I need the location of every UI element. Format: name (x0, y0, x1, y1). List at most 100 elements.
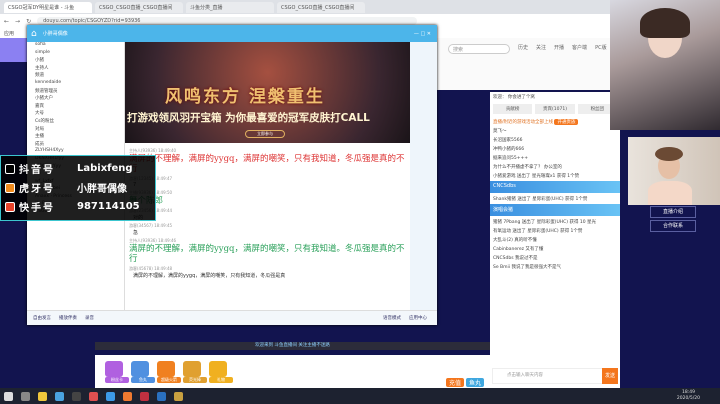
chat-message: 小猪爱游戏 送出了 星光璀璨x1 获得 1个赞 (493, 173, 580, 179)
contact-button[interactable]: 合作联系 (650, 220, 696, 232)
browser-tab[interactable]: 斗鱼分类_直播 (186, 1, 274, 13)
chat-message: Se Bmii 我说了我是很强大不是气 (493, 264, 561, 270)
contact-item[interactable]: 小猪 (27, 57, 124, 65)
clock[interactable]: 18:49 2020/5/20 (677, 390, 700, 402)
yy-sidebar (410, 42, 437, 310)
tab-contribution[interactable]: 贡献榜 (493, 104, 533, 114)
message-text: 满屏的不理解，满屏的yygq，满屏的嘲笑，只有我知道。冬瓜强是真的不行 (129, 244, 405, 264)
record-button[interactable]: 录音 (85, 315, 94, 321)
intro-button[interactable]: 直播介绍 (650, 206, 696, 218)
home-icon[interactable]: ⌂ (31, 29, 37, 39)
app-icon[interactable] (72, 391, 81, 401)
gift-button[interactable]: 粉丝卡 (105, 361, 129, 383)
gift-label: 荧光棒 (183, 377, 207, 383)
steam-icon[interactable] (157, 391, 166, 401)
start-icon[interactable] (4, 391, 13, 401)
contact-item[interactable]: sofia (27, 42, 124, 50)
contact-item[interactable]: 对局 (27, 126, 124, 134)
app-icon[interactable] (123, 391, 132, 401)
message-text: 满屏的不理解，满屏的yygq，满屏的嘲笑，只有我知道，冬瓜强是真 (133, 273, 286, 279)
stream-marquee: 欢迎来到 斗鱼直播间 关注主播不迷路 (95, 342, 490, 350)
voice-mode-button[interactable]: 语音模式 (383, 315, 401, 321)
chat-message: CNCSdbs 我说过不是 (493, 255, 538, 261)
app-icon[interactable] (55, 391, 64, 401)
gift-banner: CNCSdbs (490, 181, 620, 193)
browser-tab[interactable]: CSGO冠军DY明星是谁 - 斗鱼 (4, 1, 92, 13)
nav-history[interactable]: 历史 (518, 44, 528, 51)
gift-bar: 充值 鱼丸 粉丝卡 鱼丸 超级火箭 荧光棒 礼物 (95, 355, 490, 390)
free-speak-button[interactable]: 自由发言 (33, 315, 51, 321)
fishball-button[interactable]: 鱼丸 (465, 378, 484, 387)
contact-item[interactable]: 主播 (27, 133, 124, 141)
browser-tab[interactable]: CSGO_CSGO直播_CSGO直播间 (277, 1, 365, 13)
contact-item[interactable]: 频道 (27, 72, 124, 80)
welcome-text: 欢迎： 你会进了个窝 (493, 94, 535, 100)
event-banner[interactable]: 风鸣东方 涅槃重生 打游戏领风羽开宝箱 为你最喜爱的冠军皮肤打CALL 立即参与 (125, 42, 410, 143)
app-icon[interactable] (174, 391, 183, 401)
contact-item[interactable]: Cs的粉丝 (27, 118, 124, 126)
chat-message: 主播(93936) 18:49:50舞个陈郎 (129, 190, 406, 206)
task-view-icon[interactable] (21, 391, 30, 401)
gift-button[interactable]: 超级火箭 (157, 361, 181, 383)
handle-value: 小胖哥偶像 (77, 184, 127, 195)
forward-icon[interactable]: → (15, 18, 20, 25)
kuaishou-icon (5, 201, 15, 212)
window-controls[interactable]: — □ ✕ (414, 31, 431, 37)
chat-message: Shank猪猪 送出了 星际彩蛋(UHC) 获得 1个赞 (493, 196, 588, 202)
contact-item[interactable]: 大号 (27, 110, 124, 118)
handle-label: 虎牙号 (19, 184, 55, 195)
chat-message: 游客(12345) 18:49:477 (129, 176, 406, 188)
nav-follow[interactable]: 关注 (536, 44, 546, 51)
handle-value: Labixfeng (77, 163, 133, 174)
play-accompaniment-button[interactable]: 播放伴奏 (59, 315, 77, 321)
gift-label: 超级火箭 (157, 377, 181, 383)
notice-text: 直播/附近的游戏活动全部上线 开通贵族 (490, 117, 620, 126)
chat-message: 长沼国家5566 (493, 137, 523, 143)
nav-broadcast[interactable]: 开播 (554, 44, 564, 51)
gift-button[interactable]: 鱼丸 (131, 361, 155, 383)
chat-message: 游客(23456) 18:49:44对的 (129, 208, 406, 221)
gift-label: 粉丝卡 (105, 377, 129, 383)
send-button[interactable]: 发送 (602, 368, 618, 384)
app-center-button[interactable]: 应用中心 (409, 315, 427, 321)
app-icon[interactable] (89, 391, 98, 401)
contact-item[interactable]: simple (27, 50, 124, 58)
handle-row: 抖音号 Labixfeng (5, 159, 151, 178)
yy-titlebar: ⌂ 小胖哥偶像 — □ ✕ (27, 25, 437, 42)
chat-message: 有氧运动 送出了 星际彩蛋(UHC) 获得 1个赞 (493, 228, 583, 234)
douyu-chat-panel: 欢迎： 你会进了个窝 贡献榜 贵宾(1071) 粉丝团 直播/附近的游戏活动全部… (490, 92, 620, 388)
contact-item[interactable]: 频道管理员 (27, 88, 124, 96)
chat-message: 莫飞～ (493, 128, 507, 134)
chrome-icon[interactable] (106, 391, 115, 401)
banner-button[interactable]: 立即参与 (245, 130, 285, 138)
gift-button[interactable]: 荧光棒 (183, 361, 207, 383)
chat-message: 游客(45678) 18:49:48 满屏的不理解，满屏的yygq，满屏的嘲笑，只… (129, 266, 406, 279)
message-text: 7 (133, 182, 406, 188)
contact-item[interactable]: 主持人 (27, 65, 124, 73)
message-text: 满屏的不理解，满屏的yygq，满屏的嘲笑，只有我知道，冬瓜强是真的不行 (129, 154, 405, 174)
chat-message: 据来追问55+++ (493, 155, 529, 161)
explorer-icon[interactable] (38, 391, 47, 401)
chat-input[interactable]: 点击输入聊天内容 (492, 368, 618, 384)
tab-vip[interactable]: 贵宾(1071) (535, 104, 575, 114)
huya-icon (5, 182, 15, 193)
reload-icon[interactable]: ↻ (26, 18, 31, 25)
tiktok-icon (5, 163, 15, 174)
browser-tab[interactable]: CSGO_CSGO直播_CSGO直播间 (95, 1, 183, 13)
site-nav: 历史 关注 开播 客户端 PC版 (518, 44, 607, 51)
site-search-input[interactable]: 搜索 (448, 44, 510, 54)
message-text: 舞个陈郎 (129, 196, 406, 206)
gift-button[interactable]: 礼物 (209, 361, 233, 383)
nav-pc[interactable]: PC版 (595, 44, 607, 51)
banner-title: 风鸣东方 涅槃重生 (165, 87, 325, 107)
nav-client[interactable]: 客户端 (572, 44, 587, 51)
contact-item[interactable]: 小猪大户 (27, 95, 124, 103)
recharge-button[interactable]: 充值 (445, 378, 464, 387)
url-input[interactable]: douyu.com/topic/CSGOYZD?rid=93936 (37, 17, 418, 25)
noble-button[interactable]: 开通贵族 (554, 118, 579, 125)
social-handles-overlay: 抖音号 Labixfeng 虎牙号 小胖哥偶像 快手号 987114105 (0, 155, 156, 221)
app-icon[interactable] (140, 391, 149, 401)
contact-item[interactable]: 嘉宾 (27, 103, 124, 111)
contact-item[interactable]: kennedaide (27, 80, 124, 88)
back-icon[interactable]: ← (4, 18, 9, 25)
